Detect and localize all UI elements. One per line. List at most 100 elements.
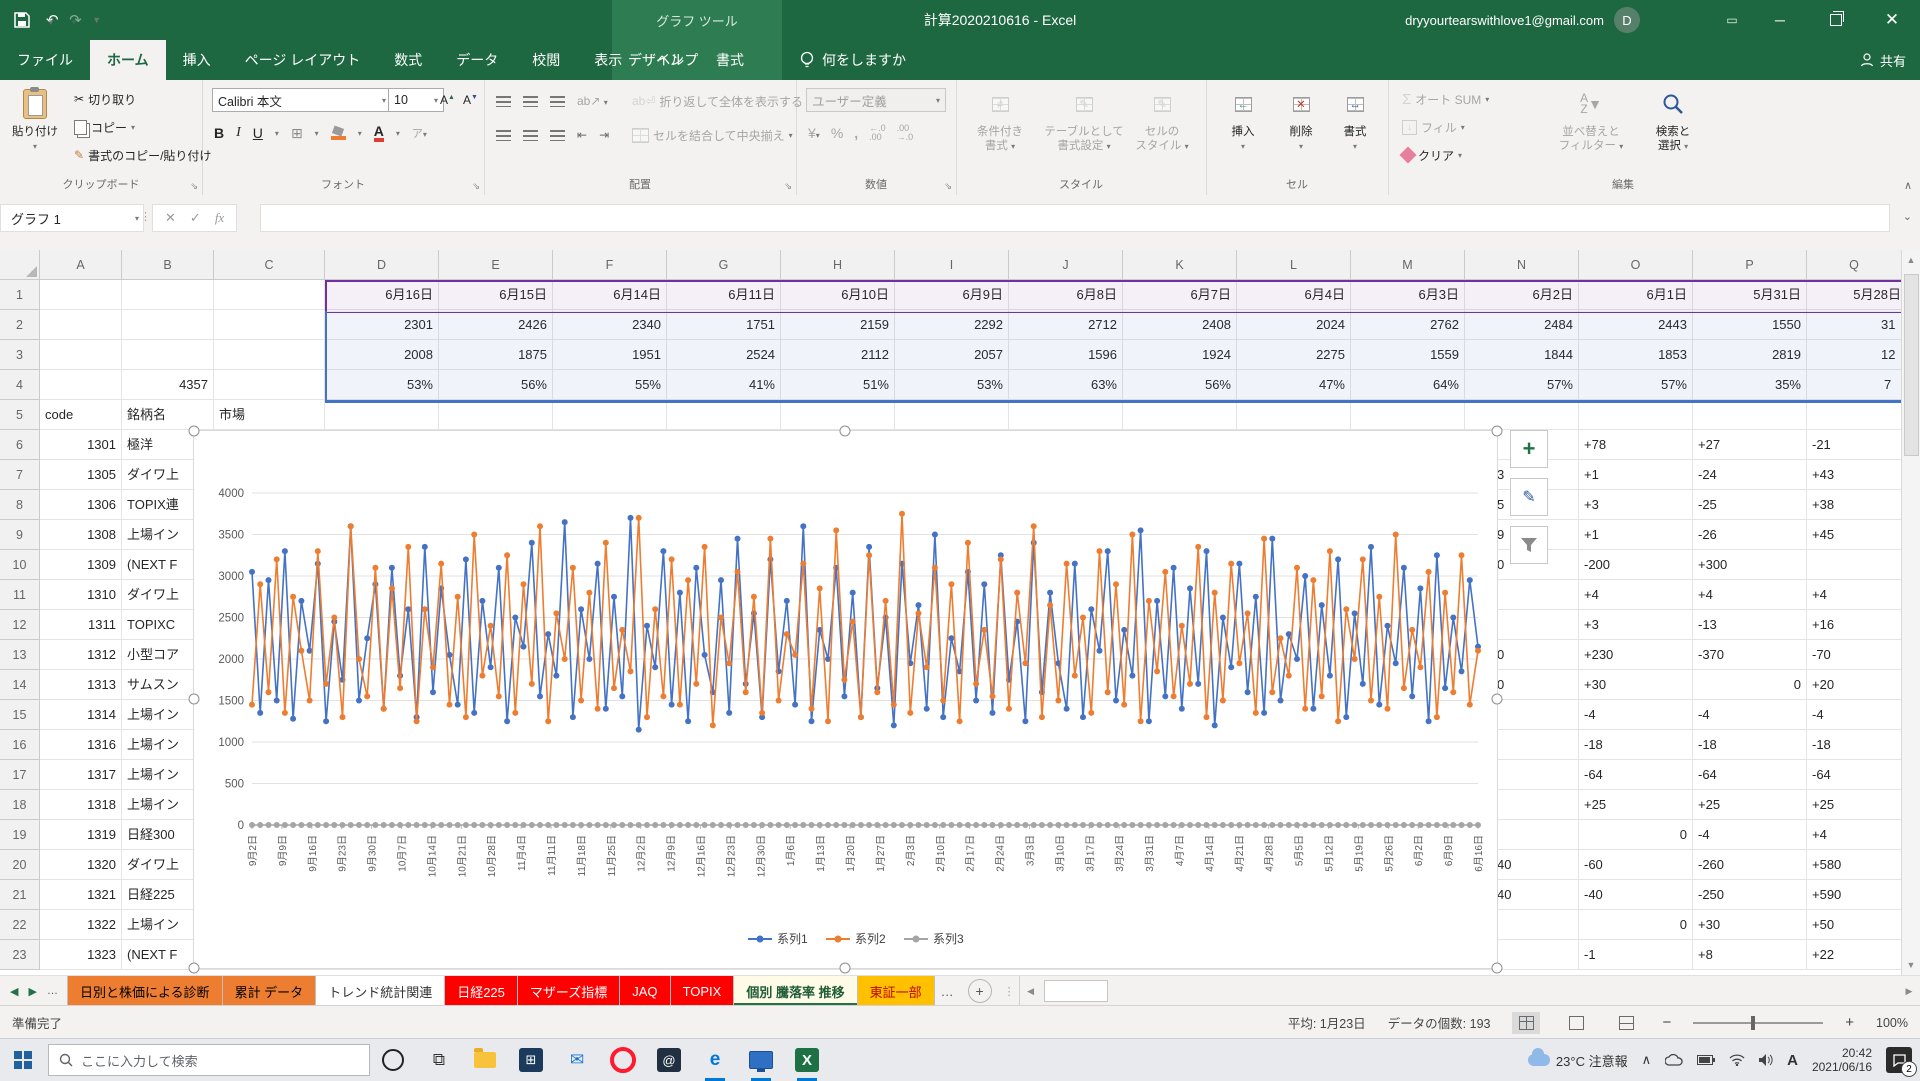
- cell-A1[interactable]: [40, 280, 122, 310]
- vertical-scroll-thumb[interactable]: [1904, 274, 1919, 456]
- align-top-icon[interactable]: [496, 96, 511, 107]
- cell-H1[interactable]: 6月10日: [781, 280, 895, 310]
- ribbon-display-options-icon[interactable]: ▭: [1712, 0, 1752, 40]
- fill-color-icon[interactable]: [331, 127, 346, 140]
- underline-button[interactable]: U: [253, 125, 263, 141]
- cell-O7[interactable]: +1: [1579, 460, 1693, 490]
- cell-Q20[interactable]: +580: [1807, 850, 1902, 880]
- row-header-16[interactable]: 16: [0, 730, 40, 760]
- ribbon-tab-数式[interactable]: 数式: [377, 40, 439, 80]
- tab-splitter[interactable]: ⋮: [1000, 976, 1019, 1006]
- sheet-overflow-right[interactable]: …: [935, 976, 960, 1006]
- scroll-down-icon[interactable]: ▼: [1902, 955, 1920, 975]
- wifi-icon[interactable]: [1729, 1054, 1745, 1066]
- cell-F2[interactable]: 2340: [553, 310, 667, 340]
- row-header-11[interactable]: 11: [0, 580, 40, 610]
- task-view-icon[interactable]: ⧉: [416, 1039, 462, 1081]
- number-format-combo[interactable]: ユーザー定義▾: [806, 88, 946, 112]
- cell-A15[interactable]: 1314: [40, 700, 122, 730]
- chart-elements-button[interactable]: +: [1510, 430, 1548, 468]
- cell-P14[interactable]: 0: [1693, 670, 1807, 700]
- horizontal-scrollbar[interactable]: ◀ ▶: [1019, 976, 1920, 1006]
- row-header-1[interactable]: 1: [0, 280, 40, 310]
- merge-center-button[interactable]: セルを結合して中央揃え ▾: [632, 124, 793, 146]
- cell-O6[interactable]: +78: [1579, 430, 1693, 460]
- sheet-tab-トレンド統計関連[interactable]: トレンド統計関連: [315, 976, 445, 1006]
- cell-O15[interactable]: -4: [1579, 700, 1693, 730]
- namebox-splitter[interactable]: ⋮: [140, 210, 151, 223]
- taskbar-search-input[interactable]: ここに入力して検索: [48, 1044, 370, 1076]
- row-header-8[interactable]: 8: [0, 490, 40, 520]
- select-all-corner[interactable]: [0, 250, 40, 280]
- increase-indent-icon[interactable]: ⇥: [599, 128, 609, 142]
- conditional-formatting-button[interactable]: ≠ 条件付き書式 ▾: [964, 86, 1036, 154]
- scroll-right-icon[interactable]: ▶: [1900, 981, 1918, 1001]
- cell-A5[interactable]: code: [40, 400, 122, 430]
- row-header-15[interactable]: 15: [0, 700, 40, 730]
- cell-O16[interactable]: -18: [1579, 730, 1693, 760]
- ribbon-tab-ページ レイアウト[interactable]: ページ レイアウト: [228, 40, 378, 80]
- cell-E2[interactable]: 2426: [439, 310, 553, 340]
- row-header-10[interactable]: 10: [0, 550, 40, 580]
- cell-P3[interactable]: 2819: [1693, 340, 1807, 370]
- chart-resize-handle[interactable]: [1492, 426, 1503, 437]
- cell-P4[interactable]: 35%: [1693, 370, 1807, 400]
- new-sheet-button[interactable]: +: [968, 979, 992, 1003]
- cell-A6[interactable]: 1301: [40, 430, 122, 460]
- cell-H2[interactable]: 2159: [781, 310, 895, 340]
- accounting-format-icon[interactable]: ¥▾: [808, 125, 820, 141]
- cell-G4[interactable]: 41%: [667, 370, 781, 400]
- onedrive-icon[interactable]: [1665, 1054, 1683, 1066]
- format-painter-button[interactable]: ✎書式のコピー/貼り付け: [74, 144, 211, 166]
- cell-K1[interactable]: 6月7日: [1123, 280, 1237, 310]
- chart-filters-button[interactable]: [1510, 526, 1548, 564]
- wrap-text-button[interactable]: ab⏎折り返して全体を表示する: [632, 90, 803, 112]
- cell-O3[interactable]: 1853: [1579, 340, 1693, 370]
- cell-O22[interactable]: 0: [1579, 910, 1693, 940]
- cell-P9[interactable]: -26: [1693, 520, 1807, 550]
- row-header-18[interactable]: 18: [0, 790, 40, 820]
- ribbon-tab-ホーム[interactable]: ホーム: [90, 40, 166, 80]
- cell-I5[interactable]: [895, 400, 1009, 430]
- cell-D5[interactable]: [325, 400, 439, 430]
- cell-Q23[interactable]: +22: [1807, 940, 1902, 970]
- row-header-12[interactable]: 12: [0, 610, 40, 640]
- col-header-I[interactable]: I: [895, 250, 1009, 280]
- cell-O5[interactable]: [1579, 400, 1693, 430]
- cell-C3[interactable]: [214, 340, 325, 370]
- cell-P22[interactable]: +30: [1693, 910, 1807, 940]
- cell-C4[interactable]: [214, 370, 325, 400]
- chart-resize-handle[interactable]: [1492, 694, 1503, 705]
- cell-Q8[interactable]: +38: [1807, 490, 1902, 520]
- cell-E4[interactable]: 56%: [439, 370, 553, 400]
- italic-button[interactable]: I: [236, 125, 241, 141]
- sheet-tab-累計 データ[interactable]: 累計 データ: [222, 976, 317, 1006]
- align-left-icon[interactable]: [496, 130, 511, 141]
- cell-I2[interactable]: 2292: [895, 310, 1009, 340]
- cell-A10[interactable]: 1309: [40, 550, 122, 580]
- cell-O9[interactable]: +1: [1579, 520, 1693, 550]
- cell-Q17[interactable]: -64: [1807, 760, 1902, 790]
- cell-M3[interactable]: 1559: [1351, 340, 1465, 370]
- cell-B1[interactable]: [122, 280, 214, 310]
- increase-decimal-icon[interactable]: ←.0.00: [869, 124, 886, 142]
- col-header-A[interactable]: A: [40, 250, 122, 280]
- share-button[interactable]: 共有: [1860, 40, 1906, 80]
- cut-button[interactable]: ✂切り取り: [74, 88, 136, 110]
- cell-L2[interactable]: 2024: [1237, 310, 1351, 340]
- cell-Q16[interactable]: -18: [1807, 730, 1902, 760]
- cell-A23[interactable]: 1323: [40, 940, 122, 970]
- cell-K3[interactable]: 1924: [1123, 340, 1237, 370]
- row-header-14[interactable]: 14: [0, 670, 40, 700]
- cell-P20[interactable]: -260: [1693, 850, 1807, 880]
- cell-P15[interactable]: -4: [1693, 700, 1807, 730]
- cell-N2[interactable]: 2484: [1465, 310, 1579, 340]
- cell-P21[interactable]: -250: [1693, 880, 1807, 910]
- cell-K5[interactable]: [1123, 400, 1237, 430]
- bold-button[interactable]: B: [214, 125, 224, 141]
- decrease-indent-icon[interactable]: ⇤: [577, 128, 587, 142]
- cell-O11[interactable]: +4: [1579, 580, 1693, 610]
- confirm-entry-icon[interactable]: ✓: [190, 210, 201, 226]
- cell-G5[interactable]: [667, 400, 781, 430]
- cell-A16[interactable]: 1316: [40, 730, 122, 760]
